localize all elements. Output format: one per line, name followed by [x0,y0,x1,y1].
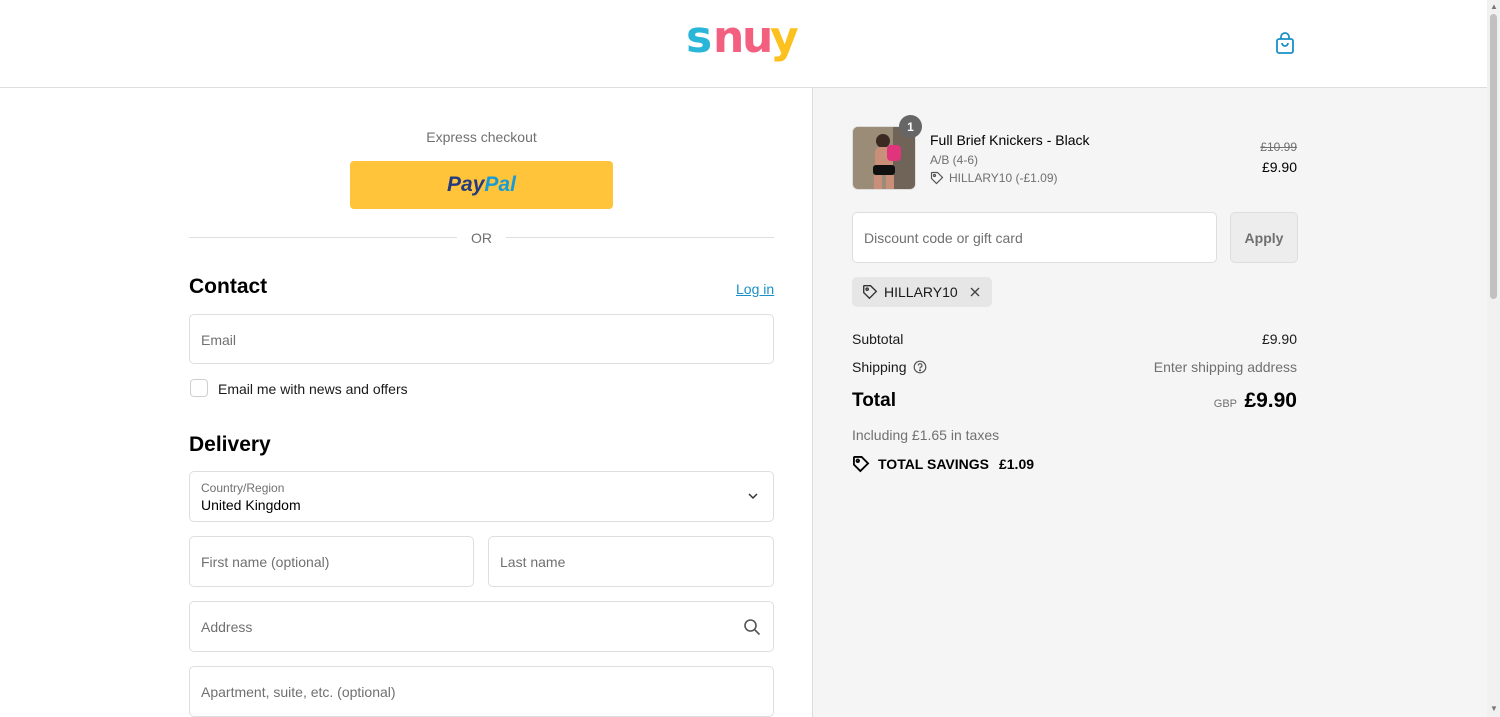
chevron-down-icon [748,493,758,500]
checkout-form: Express checkout Pay Pal OR Contact Log i… [0,88,812,717]
newsletter-label[interactable]: Email me with news and offers [218,381,408,397]
total-label: Total [852,390,896,411]
search-icon[interactable] [743,618,761,636]
help-icon[interactable] [913,360,927,374]
product-discount: HILLARY10 (-£1.09) [930,171,1058,185]
applied-code-chip: HILLARY10 [852,277,992,307]
email-placeholder: Email [201,332,237,348]
express-checkout-label: Express checkout [426,129,537,145]
first-name-field[interactable]: First name (optional) [189,536,474,587]
paypal-button[interactable]: Pay Pal [350,161,613,209]
scroll-down-arrow[interactable]: ▼ [1490,704,1498,713]
tax-note: Including £1.65 in taxes [852,427,1000,443]
country-value: United Kingdom [201,497,301,513]
shipping-label: Shipping [852,359,907,375]
snuy-logo[interactable]: s n u y [686,14,801,70]
last-name-placeholder: Last name [500,554,566,570]
product-name: Full Brief Knickers - Black [930,132,1090,148]
divider-line-right [506,237,774,238]
tag-icon [930,171,944,185]
price-original: £10.99 [1260,140,1297,154]
total-value: £9.90 [1244,389,1297,412]
product-variant: A/B (4-6) [930,153,979,167]
close-icon[interactable] [968,285,982,299]
or-divider: OR [189,228,774,248]
total-savings: TOTAL SAVINGS £1.09 [852,455,1034,473]
subtotal-label: Subtotal [852,331,904,347]
savings-label: TOTAL SAVINGS [878,456,989,472]
shipping-row: Shipping [852,359,927,375]
subtotal-value: £9.90 [1261,331,1297,347]
paypal-pay-text: Pay [447,173,485,196]
order-summary: 1 Full Brief Knickers - Black A/B (4-6) … [812,88,1487,717]
svg-text:y: y [770,14,799,63]
tag-icon [853,456,870,473]
or-text: OR [471,230,492,246]
svg-text:s: s [686,14,712,63]
paypal-pal-text: Pal [484,173,516,196]
delivery-title: Delivery [189,433,271,456]
contact-title: Contact [189,275,268,298]
country-select[interactable]: Country/Region United Kingdom [189,471,774,522]
total-currency: GBP [1213,398,1237,410]
last-name-field[interactable]: Last name [488,536,774,587]
apply-button[interactable]: Apply [1230,212,1298,263]
apartment-placeholder: Apartment, suite, etc. (optional) [201,684,396,700]
shopping-bag-icon[interactable] [1273,32,1297,56]
savings-value: £1.09 [998,456,1035,472]
first-name-placeholder: First name (optional) [201,554,330,570]
scroll-thumb[interactable] [1490,14,1497,299]
tag-icon [863,285,878,300]
site-header: s n u y [0,0,1487,88]
discount-placeholder: Discount code or gift card [864,230,1023,246]
scroll-up-arrow[interactable]: ▲ [1490,2,1498,11]
quantity-badge: 1 [899,115,922,138]
discount-code-input[interactable]: Discount code or gift card [852,212,1217,263]
address-placeholder: Address [201,619,253,635]
login-link[interactable]: Log in [736,281,774,297]
country-label: Country/Region [201,481,285,495]
applied-code-text: HILLARY10 [884,284,958,300]
product-discount-text: HILLARY10 (-£1.09) [949,171,1058,185]
address-field[interactable]: Address [189,601,774,652]
newsletter-checkbox[interactable] [190,379,208,397]
shipping-value: Enter shipping address [1153,359,1297,375]
email-field[interactable]: Email [189,314,774,364]
page-scrollbar[interactable]: ▲ ▼ [1487,0,1500,717]
price-current: £9.90 [1261,159,1297,175]
apartment-field[interactable]: Apartment, suite, etc. (optional) [189,666,774,717]
svg-text:u: u [742,14,773,63]
svg-text:n: n [713,14,744,63]
